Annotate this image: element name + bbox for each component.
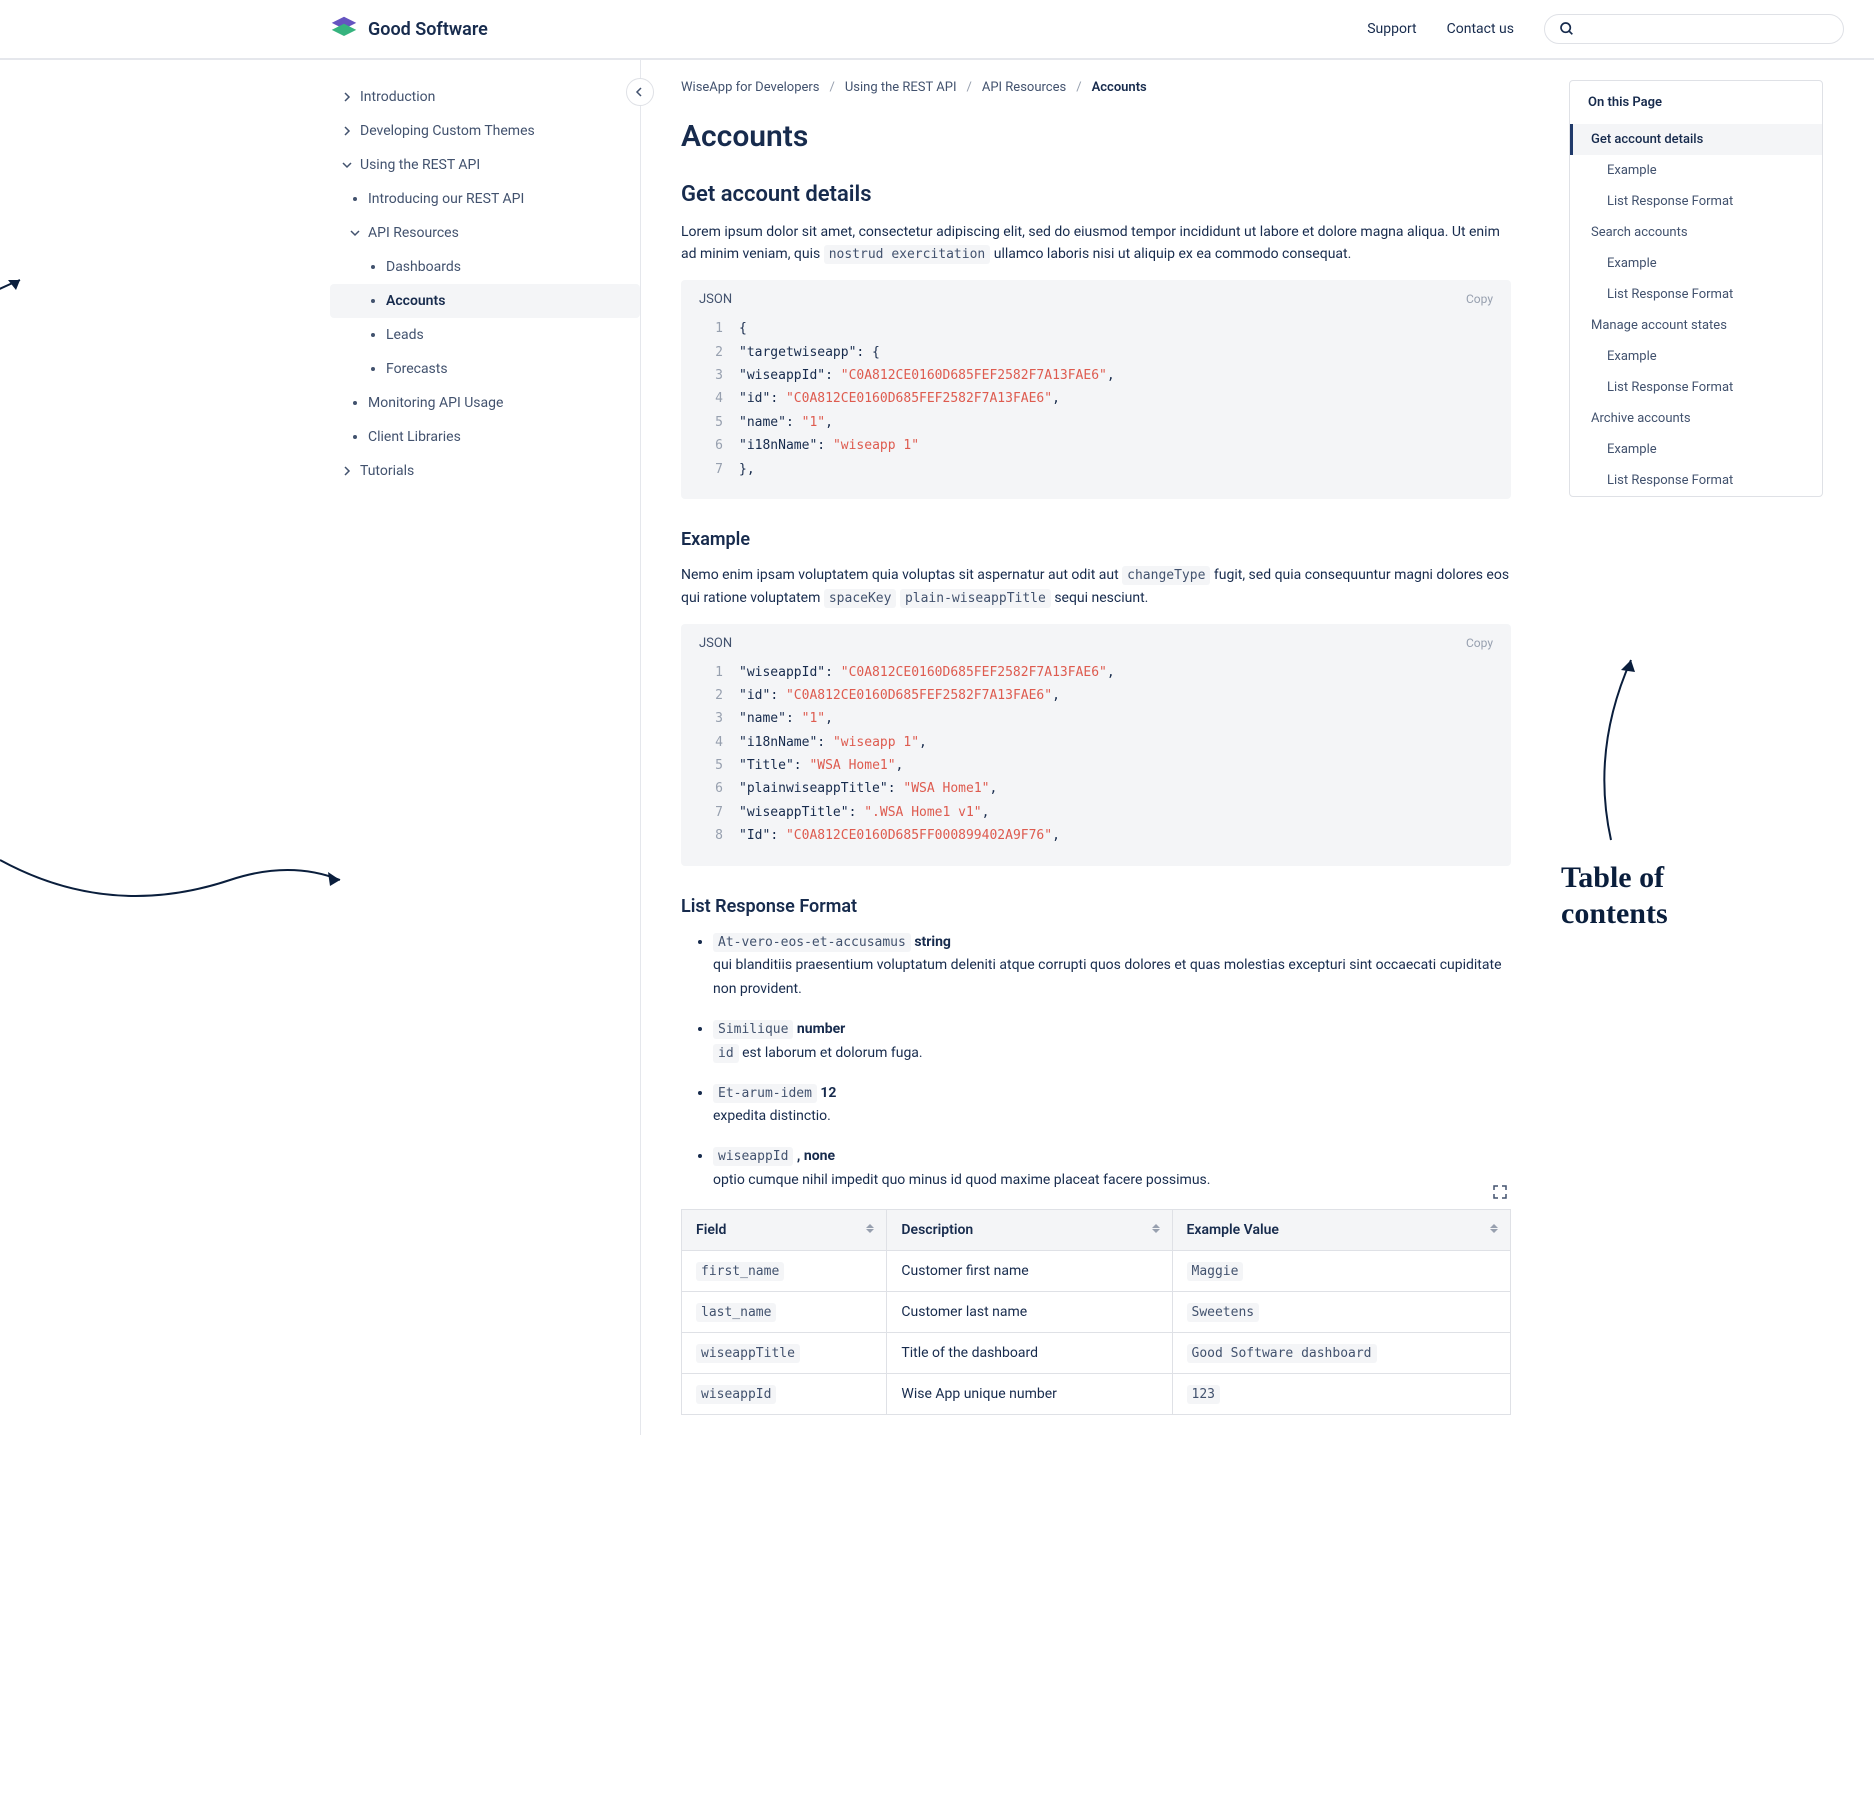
list-item: Similique numberid est laborum et doloru… [713,1018,1511,1066]
inline-code: spaceKey [824,589,897,608]
toc-item[interactable]: List Response Format [1570,186,1822,217]
toc-item[interactable]: Manage account states [1570,310,1822,341]
list-item: At-vero-eos-et-accusamus stringqui bland… [713,931,1511,1002]
annotation-toc: Table of contents [1561,860,1668,932]
search-icon [1559,21,1575,37]
bullet-list: At-vero-eos-et-accusamus stringqui bland… [681,931,1511,1193]
logo-icon [330,15,358,43]
bullet-icon [371,299,375,303]
toc-item[interactable]: Get account details [1570,124,1822,155]
sidebar: IntroductionDeveloping Custom ThemesUsin… [0,60,640,1435]
chevron-left-icon [635,87,645,97]
sort-icon [866,1224,876,1233]
chevron-icon [342,92,352,102]
sidebar-item[interactable]: Forecasts [330,352,640,386]
copy-button[interactable]: Copy [1466,636,1493,651]
table-header[interactable]: Field [682,1209,887,1250]
list-item: Et-arum-idem 12expedita distinctio. [713,1082,1511,1130]
sidebar-item[interactable]: API Resources [330,216,640,250]
bullet-icon [353,401,357,405]
sidebar-item[interactable]: Using the REST API [330,148,640,182]
toc-item[interactable]: List Response Format [1570,465,1822,496]
header: Good Software Support Contact us [0,0,1874,60]
paragraph: Lorem ipsum dolor sit amet, consectetur … [681,221,1511,266]
toc-item[interactable]: List Response Format [1570,372,1822,403]
sidebar-item[interactable]: Client Libraries [330,420,640,454]
bullet-icon [353,435,357,439]
inline-code: changeType [1122,566,1210,585]
breadcrumb-item[interactable]: Using the REST API [845,80,957,95]
table-header[interactable]: Example Value [1172,1209,1511,1250]
support-link[interactable]: Support [1367,21,1416,37]
sidebar-item[interactable]: Developing Custom Themes [330,114,640,148]
code-lang: JSON [699,636,732,651]
toc-item[interactable]: Example [1570,341,1822,372]
contact-link[interactable]: Contact us [1447,21,1514,37]
chevron-icon [350,228,360,238]
table-row: wiseappIdWise App unique number123 [682,1373,1511,1414]
table-row: last_nameCustomer last nameSweetens [682,1291,1511,1332]
collapse-sidebar-button[interactable] [626,78,654,106]
page-title: Accounts [681,119,1511,154]
copy-button[interactable]: Copy [1466,292,1493,307]
table-header[interactable]: Description [887,1209,1172,1250]
brand-name: Good Software [368,19,488,40]
sort-icon [1152,1224,1162,1233]
logo[interactable]: Good Software [330,15,488,43]
toc-item[interactable]: List Response Format [1570,279,1822,310]
code-lang: JSON [699,292,732,307]
arrow-annotation-3 [1581,650,1661,850]
list-item: wiseappId , noneoptio cumque nihil imped… [713,1145,1511,1193]
section-heading: List Response Format [681,896,1511,917]
arrow-annotation-1 [0,260,40,420]
chevron-icon [342,466,352,476]
breadcrumb-current: Accounts [1092,80,1147,95]
search-box[interactable] [1544,14,1844,44]
toc-item[interactable]: Search accounts [1570,217,1822,248]
breadcrumb: WiseApp for Developers/ Using the REST A… [681,80,1511,95]
inline-code: nostrud exercitation [824,245,991,264]
section-heading: Get account details [681,182,1511,207]
expand-icon[interactable] [1493,1185,1507,1203]
sidebar-item[interactable]: Leads [330,318,640,352]
sidebar-item[interactable]: Accounts [330,284,640,318]
toc-item[interactable]: Example [1570,248,1822,279]
table-of-contents: On this Page Get account detailsExampleL… [1551,60,1841,1435]
toc-item[interactable]: Archive accounts [1570,403,1822,434]
toc-item[interactable]: Example [1570,155,1822,186]
bullet-icon [371,333,375,337]
bullet-icon [371,367,375,371]
sidebar-item[interactable]: Introduction [330,80,640,114]
sidebar-item[interactable]: Dashboards [330,250,640,284]
arrow-annotation-2 [0,830,350,930]
sort-icon [1490,1224,1500,1233]
code-block: JSONCopy 1{2"targetwiseapp": {3"wiseappI… [681,280,1511,499]
main-content: WiseApp for Developers/ Using the REST A… [641,60,1551,1435]
bullet-icon [353,197,357,201]
section-heading: Example [681,529,1511,550]
chevron-icon [342,160,352,170]
bullet-icon [371,265,375,269]
inline-code: plain-wiseappTitle [900,589,1051,608]
chevron-icon [342,126,352,136]
table-row: wiseappTitleTitle of the dashboardGood S… [682,1332,1511,1373]
paragraph: Nemo enim ipsam voluptatem quia voluptas… [681,564,1511,610]
data-table: Field Description Example Value first_na… [681,1209,1511,1415]
sidebar-item[interactable]: Introducing our REST API [330,182,640,216]
sidebar-item[interactable]: Tutorials [330,454,640,488]
code-block: JSONCopy 1"wiseappId": "C0A812CE0160D685… [681,624,1511,866]
sidebar-item[interactable]: Monitoring API Usage [330,386,640,420]
toc-title: On this Page [1570,81,1822,124]
search-input[interactable] [1583,21,1829,37]
breadcrumb-item[interactable]: WiseApp for Developers [681,80,820,95]
table-row: first_nameCustomer first nameMaggie [682,1250,1511,1291]
breadcrumb-item[interactable]: API Resources [982,80,1066,95]
toc-item[interactable]: Example [1570,434,1822,465]
